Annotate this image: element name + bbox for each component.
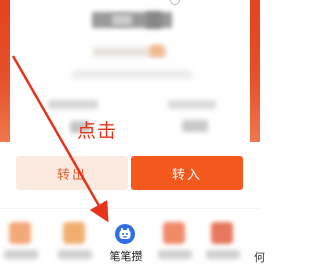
nav-tab-icon	[163, 222, 185, 244]
transfer-out-button[interactable]: 转出	[16, 156, 128, 190]
transfer-in-label: 转入	[171, 167, 202, 183]
stat-label-left	[48, 100, 98, 109]
transfer-in-button[interactable]: 转入	[131, 156, 243, 190]
info-icon[interactable]	[170, 0, 180, 5]
balance-amount-part	[112, 14, 132, 26]
account-note	[72, 70, 192, 79]
stat-label-right	[168, 100, 216, 109]
nav-tab[interactable]	[56, 222, 96, 272]
nav-tab-label	[206, 250, 240, 259]
stat-value-right	[182, 120, 208, 132]
nav-tab-label	[158, 250, 192, 259]
nav-tab-label: 笔笔攒	[109, 250, 143, 263]
transfer-out-label: 转出	[56, 167, 87, 183]
nav-tab-label	[4, 250, 38, 259]
nav-tab-bibizan[interactable]: 笔笔攒	[106, 222, 146, 272]
click-annotation: 点击	[77, 120, 118, 142]
divider	[0, 208, 260, 209]
nav-tab[interactable]	[2, 222, 42, 272]
nav-tab-icon	[211, 222, 233, 244]
nav-tab-icon	[63, 222, 85, 244]
nav-tab[interactable]	[156, 222, 196, 272]
nav-tab-label	[58, 250, 92, 259]
nav-tab-icon	[9, 222, 31, 244]
nav-tab-label-partial: 何	[254, 251, 265, 264]
nav-tab[interactable]	[204, 222, 244, 272]
balance-amount-part	[146, 12, 162, 28]
yield-badge	[150, 45, 164, 57]
piggy-bank-icon	[115, 224, 135, 244]
